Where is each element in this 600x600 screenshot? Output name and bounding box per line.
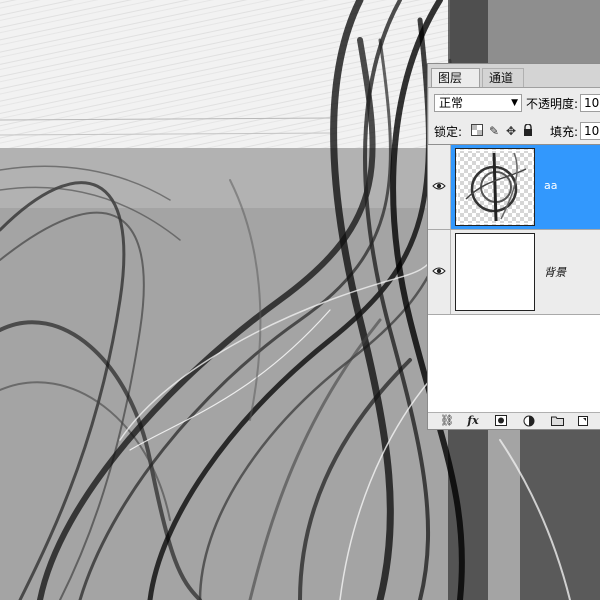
lock-move-icon[interactable]: ✥ — [504, 124, 518, 138]
layer-name-background: 背景 — [544, 266, 566, 279]
lock-paint-icon[interactable]: ✎ — [487, 124, 501, 138]
chevron-down-icon: ▼ — [511, 98, 518, 108]
layer-thumbnail-aa[interactable] — [455, 148, 535, 226]
panel-tabbar: 图层× 通道 — [428, 64, 600, 103]
lock-row: 锁定: ✎ ✥ 填充: 100% — [428, 120, 600, 142]
fill-label: 填充: — [550, 125, 579, 139]
opacity-field[interactable]: 100% — [580, 94, 600, 112]
layer-thumbnail-art — [465, 152, 527, 222]
layer-row-aa[interactable]: aa — [428, 145, 600, 230]
tab-layers[interactable]: 图层× — [431, 68, 480, 103]
tab-channels-label: 通道 — [489, 71, 514, 85]
visibility-toggle[interactable] — [428, 145, 451, 229]
opacity-label: 不透明度: — [526, 97, 579, 111]
layer-name-aa: aa — [544, 179, 558, 192]
tab-layers-label: 图层 — [438, 71, 463, 85]
new-layer-icon[interactable] — [576, 415, 590, 427]
lock-transparent-icon[interactable] — [470, 124, 484, 138]
eye-icon — [432, 182, 446, 190]
blend-mode-select[interactable]: 正常 ▼ — [434, 94, 522, 112]
layer-row-background[interactable]: 背景 — [428, 230, 600, 315]
blend-mode-value: 正常 — [439, 96, 464, 110]
eye-icon — [432, 267, 446, 275]
visibility-toggle[interactable] — [428, 230, 451, 314]
fill-field[interactable]: 100% — [580, 122, 600, 140]
blend-row: 正常 ▼ 不透明度: 100% — [428, 92, 600, 114]
fx-icon[interactable]: fx — [466, 415, 480, 427]
layer-list: aa 背景 — [428, 144, 600, 413]
link-icon[interactable]: ⛓ — [440, 415, 454, 427]
layers-panel: 图层× 通道 正常 ▼ 不透明度: 100% 锁定: ✎ ✥ 填充: 100% — [427, 63, 600, 430]
lock-label: 锁定: — [434, 125, 463, 139]
mask-icon[interactable] — [494, 415, 508, 427]
adjustment-icon[interactable] — [522, 415, 536, 427]
lock-all-icon[interactable] — [521, 123, 535, 138]
group-icon[interactable] — [550, 415, 564, 427]
panel-footer: ⛓ fx — [428, 412, 600, 429]
tab-channels[interactable]: 通道 — [482, 68, 524, 87]
layer-thumbnail-background[interactable] — [455, 233, 535, 311]
